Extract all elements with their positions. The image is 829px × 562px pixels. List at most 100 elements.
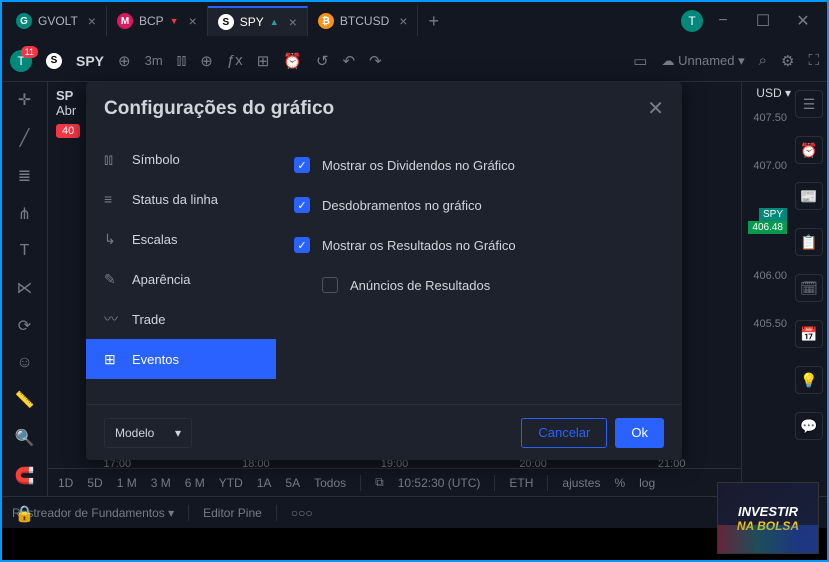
tab-icon-g: G (16, 13, 32, 29)
pct-toggle[interactable]: % (614, 476, 625, 490)
range-1m[interactable]: 1 M (117, 476, 137, 490)
range-6m[interactable]: 6 M (185, 476, 205, 490)
zoom-icon[interactable]: 🔍 (15, 428, 35, 448)
interval-select[interactable]: 3m (145, 53, 163, 68)
candles-icon[interactable]: ⫾⫾ (177, 52, 187, 69)
crosshair-icon[interactable]: ✛ (18, 90, 31, 110)
session-toggle[interactable]: ETH (509, 476, 533, 490)
promo-banner[interactable]: INVESTIR NA BOLSA (717, 482, 819, 554)
down-indicator-icon: ▼ (170, 16, 179, 26)
opt-announcements[interactable]: Anúncios de Resultados (294, 265, 664, 305)
close-icon[interactable]: × (88, 13, 96, 29)
ok-button[interactable]: Ok (615, 418, 664, 448)
compare-icon[interactable]: ⊕ (200, 52, 213, 70)
opt-splits[interactable]: ✓ Desdobramentos no gráfico (294, 185, 664, 225)
emoji-icon[interactable]: ☺ (16, 354, 32, 372)
pine-editor-tab[interactable]: Editor Pine (203, 506, 262, 520)
range-3m[interactable]: 3 M (151, 476, 171, 490)
titlebar: G GVOLT × M BCP ▼ × S SPY ▲ × ₿ BTCUSD ×… (2, 2, 827, 40)
news-icon[interactable]: 📰 (795, 182, 823, 210)
user-menu[interactable]: T 11 (10, 50, 32, 72)
close-icon[interactable]: × (289, 14, 297, 30)
opt-earnings[interactable]: ✓ Mostrar os Resultados no Gráfico (294, 225, 664, 265)
opt-dividends[interactable]: ✓ Mostrar os Dividendos no Gráfico (294, 145, 664, 185)
indicators-icon[interactable]: ƒx (227, 52, 243, 69)
ideas-icon[interactable]: 💡 (795, 366, 823, 394)
range-1a[interactable]: 1A (257, 476, 272, 490)
data-icon[interactable]: 🗓 (795, 274, 823, 302)
screener-tab[interactable]: Rastreador de Fundamentos ▾ (12, 506, 174, 520)
close-icon[interactable]: × (189, 13, 197, 29)
layout-icon[interactable]: ▭ (633, 52, 647, 70)
forecast-icon[interactable]: ⟳ (18, 316, 31, 336)
price-axis[interactable]: 407.50 407.00 SPY 406.48 406.00 405.50 (742, 112, 787, 366)
templates-icon[interactable]: ⊞ (257, 52, 270, 70)
modal-title: Configurações do gráfico (104, 98, 334, 120)
symbol-icon[interactable]: S (46, 53, 62, 69)
minimize-icon[interactable]: − (703, 6, 743, 36)
symbol-name[interactable]: SPY (76, 53, 104, 69)
checkbox-icon[interactable]: ✓ (294, 157, 310, 173)
fib-icon[interactable]: ≣ (18, 166, 31, 186)
pitchfork-icon[interactable]: ⋔ (18, 204, 31, 224)
tab-gvolt[interactable]: G GVOLT × (6, 6, 107, 36)
pattern-icon[interactable]: ⋉ (17, 278, 33, 298)
tab-btc[interactable]: ₿ BTCUSD × (308, 6, 419, 36)
close-window-icon[interactable]: ✕ (783, 6, 823, 36)
nav-trade[interactable]: 〰Trade (86, 299, 276, 339)
user-avatar[interactable]: T (681, 10, 703, 32)
layout-name[interactable]: ☁ Unnamed ▾ (661, 53, 744, 69)
interval-bar: 1D 5D 1 M 3 M 6 M YTD 1A 5A Todos ⧉ 10:5… (48, 468, 741, 496)
close-icon[interactable]: ✕ (647, 96, 664, 121)
ruler-icon[interactable]: 📏 (15, 390, 35, 410)
undo-icon[interactable]: ↶ (343, 52, 356, 70)
hotlist-icon[interactable]: 📋 (795, 228, 823, 256)
range-ytd[interactable]: YTD (219, 476, 243, 490)
currency-select[interactable]: USD ▾ (756, 86, 791, 100)
adj-toggle[interactable]: ajustes (562, 476, 600, 490)
chevron-down-icon: ▾ (175, 426, 181, 440)
redo-icon[interactable]: ↷ (369, 52, 382, 70)
watchlist-icon[interactable]: ☰ (795, 90, 823, 118)
calendar-icon[interactable]: 📅 (795, 320, 823, 348)
tab-spy[interactable]: S SPY ▲ × (208, 6, 308, 36)
text-icon[interactable]: T (20, 242, 30, 260)
range-5d[interactable]: 5D (87, 476, 102, 490)
gear-icon[interactable]: ⚙ (781, 52, 794, 70)
search-icon[interactable]: ⌕ (759, 52, 767, 69)
lock-icon[interactable]: 🔒 (15, 504, 35, 524)
log-toggle[interactable]: log (639, 476, 655, 490)
up-indicator-icon: ▲ (270, 17, 279, 27)
nav-symbol[interactable]: ⫾⫾Símbolo (86, 139, 276, 179)
range-1d[interactable]: 1D (58, 476, 73, 490)
nav-appearance[interactable]: ✎Aparência (86, 259, 276, 299)
fullscreen-icon[interactable]: ⛶ (808, 52, 819, 69)
maximize-icon[interactable]: ☐ (743, 6, 783, 36)
magnet-icon[interactable]: 🧲 (15, 466, 35, 486)
goto-date-icon[interactable]: ⧉ (375, 475, 384, 490)
calendar-icon: ⊞ (104, 351, 120, 368)
axis-icon: ↳ (104, 231, 120, 248)
chat-icon[interactable]: 💬 (795, 412, 823, 440)
nav-scales[interactable]: ↳Escalas (86, 219, 276, 259)
new-tab-button[interactable]: + (418, 11, 449, 32)
close-icon[interactable]: × (399, 13, 407, 29)
alerts-icon[interactable]: ⏰ (795, 136, 823, 164)
template-dropdown[interactable]: Modelo▾ (104, 418, 192, 448)
more-icon[interactable]: ○○○ (291, 506, 313, 520)
range-5a[interactable]: 5A (285, 476, 300, 490)
range-all[interactable]: Todos (314, 476, 346, 490)
cancel-button[interactable]: Cancelar (521, 418, 607, 448)
nav-events[interactable]: ⊞Eventos (86, 339, 276, 379)
nav-status[interactable]: ≡Status da linha (86, 179, 276, 219)
replay-icon[interactable]: ↺ (316, 52, 329, 70)
checkbox-icon[interactable]: ✓ (294, 197, 310, 213)
checkbox-icon[interactable] (322, 277, 338, 293)
tab-bcp[interactable]: M BCP ▼ × (107, 6, 208, 36)
add-icon[interactable]: ⊕ (118, 52, 131, 70)
trade-icon: 〰 (104, 309, 120, 329)
alert-icon[interactable]: ⏰ (283, 52, 302, 70)
checkbox-icon[interactable]: ✓ (294, 237, 310, 253)
trendline-icon[interactable]: ╱ (20, 128, 30, 148)
clock-display[interactable]: 10:52:30 (UTC) (398, 476, 481, 490)
